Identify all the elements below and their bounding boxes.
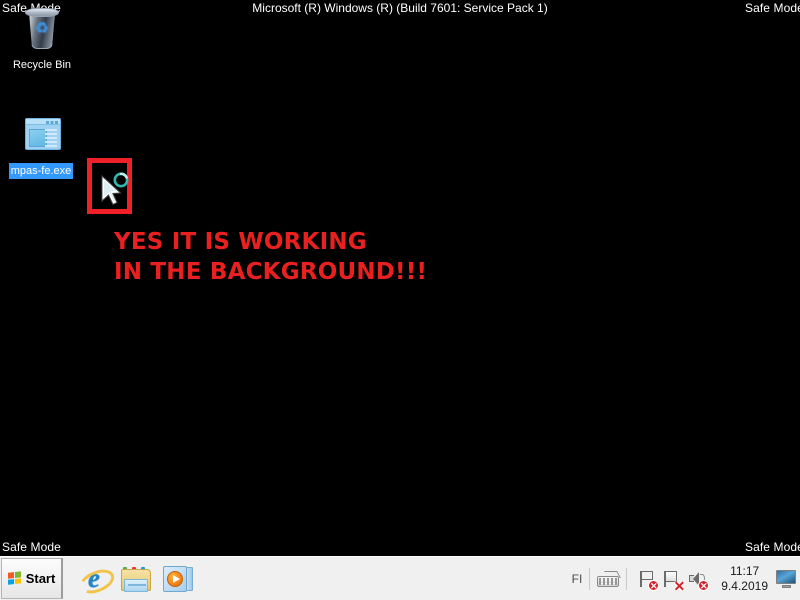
taskbar-button-windows-explorer[interactable] [117, 561, 155, 597]
action-center-error-badge: ✕ [673, 577, 686, 594]
desktop-background[interactable]: Safe Mode Microsoft (R) Windows (R) (Bui… [0, 0, 800, 556]
taskbar-button-windows-media-player[interactable] [159, 561, 197, 597]
taskbar-clock[interactable]: 11:17 9.4.2019 [713, 564, 776, 594]
clock-time: 11:17 [730, 563, 760, 578]
internet-explorer-icon: e [76, 563, 118, 598]
volume-error-badge: ✕ [698, 579, 710, 591]
safe-mode-watermark-bottom-right: Safe Mode [745, 540, 800, 554]
annotation-text: YES IT IS WORKING IN THE BACKGROUND!!! [114, 227, 427, 287]
system-tray: ✕ ✕ ✕ [631, 557, 713, 600]
language-indicator[interactable]: FI [572, 572, 583, 586]
windows-logo-icon [7, 570, 23, 587]
desktop-icon-label-recycle-bin: Recycle Bin [12, 59, 72, 71]
media-player-icon [163, 565, 193, 592]
start-button[interactable]: Start [1, 558, 63, 599]
action-center-icon[interactable]: ✕ [662, 569, 685, 593]
annotation-line-2: IN THE BACKGROUND!!! [114, 259, 428, 285]
annotation-line-1: YES IT IS WORKING [114, 229, 367, 255]
folder-icon [120, 566, 152, 592]
tray-separator-2 [626, 567, 628, 590]
desktop-icon-recycle-bin[interactable]: ♻ Recycle Bin [4, 6, 80, 73]
volume-icon[interactable]: ✕ [687, 569, 710, 591]
taskbar-task-area[interactable] [197, 557, 572, 600]
taskbar: Start e FI ✕ ✕ ✕ 11:17 9.4.2019 [0, 556, 800, 600]
taskbar-button-internet-explorer[interactable]: e [75, 561, 118, 598]
working-in-background-cursor-icon [101, 172, 129, 206]
desktop-icon-label-mpas-fe-exe: mpas-fe.exe [8, 163, 74, 179]
recycle-bin-icon: ♻ [18, 6, 66, 54]
windows-build-banner: Microsoft (R) Windows (R) (Build 7601: S… [252, 1, 548, 15]
busy-cursor-highlight-box [87, 158, 132, 214]
safe-mode-watermark-top-right: Safe Mode [745, 1, 800, 15]
keyboard-icon[interactable] [597, 570, 622, 587]
quick-launch-bar: e [63, 557, 197, 600]
language-bar[interactable]: FI [572, 557, 632, 600]
network-error-badge: ✕ [648, 579, 660, 591]
safe-mode-watermark-bottom-left: Safe Mode [2, 540, 61, 554]
tray-separator-1 [589, 567, 591, 590]
clock-date: 9.4.2019 [721, 578, 768, 593]
show-desktop-icon[interactable] [776, 569, 798, 588]
application-window-icon [17, 112, 65, 160]
desktop-icon-mpas-fe-exe[interactable]: mpas-fe.exe [3, 112, 79, 179]
start-button-label: Start [25, 571, 56, 586]
network-icon[interactable]: ✕ [637, 569, 660, 591]
